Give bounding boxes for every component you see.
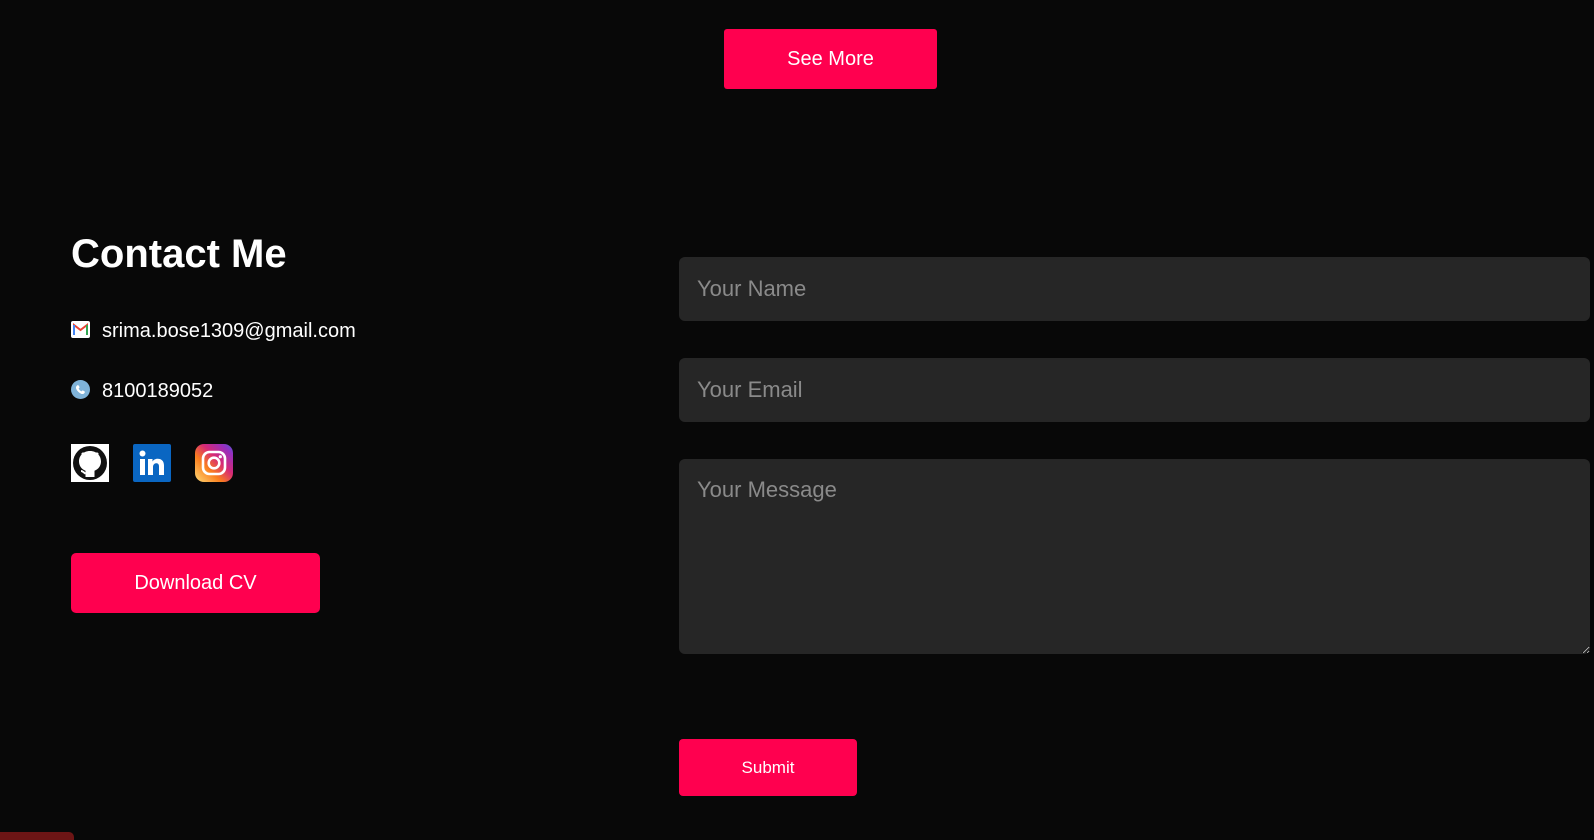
contact-info: Contact Me srima.bose1309@gmail.com 8100… <box>71 230 591 482</box>
github-icon[interactable] <box>71 444 109 482</box>
email-input[interactable] <box>679 358 1590 422</box>
contact-phone-text: 8100189052 <box>102 380 214 402</box>
gmail-icon <box>71 320 90 339</box>
message-textarea[interactable] <box>679 459 1590 654</box>
contact-phone-row: 8100189052 <box>71 380 213 403</box>
download-cv-button[interactable]: Download CV <box>71 553 320 613</box>
contact-email-text: srima.bose1309@gmail.com <box>102 320 356 342</box>
contact-form <box>679 257 1590 654</box>
contact-email-row: srima.bose1309@gmail.com <box>71 320 356 343</box>
name-input[interactable] <box>679 257 1590 321</box>
see-more-button[interactable]: See More <box>724 29 937 89</box>
linkedin-icon[interactable] <box>133 444 171 482</box>
social-links <box>71 444 257 482</box>
contact-title: Contact Me <box>71 232 287 276</box>
instagram-icon[interactable] <box>195 444 233 482</box>
submit-button[interactable]: Submit <box>679 739 857 796</box>
corner-chip <box>0 832 74 840</box>
phone-icon <box>71 380 90 399</box>
